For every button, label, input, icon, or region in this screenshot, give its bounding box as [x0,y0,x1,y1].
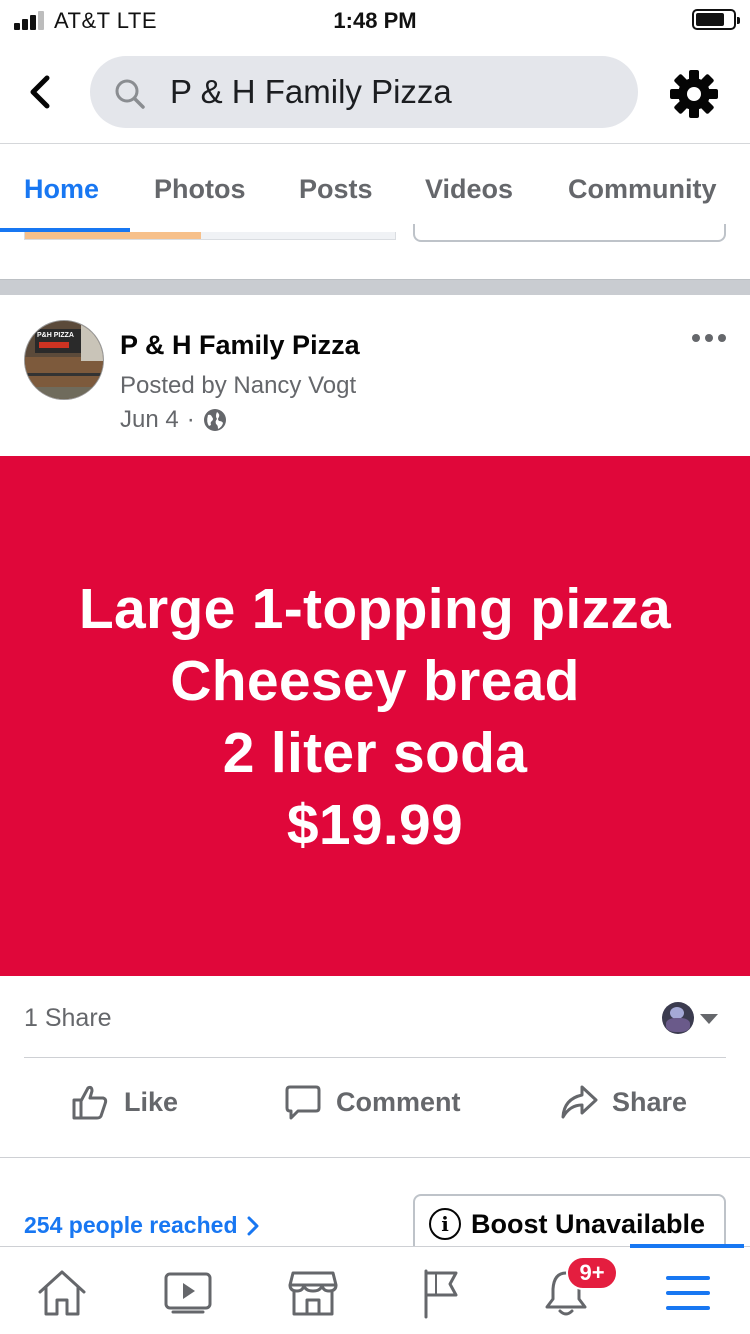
share-arrow-icon [561,1085,598,1119]
scrolled-button[interactable] [413,224,726,242]
more-options-icon[interactable] [690,330,730,342]
pages-flag-icon [424,1269,458,1319]
watch-icon [164,1272,212,1314]
thumbs-up-icon [72,1085,108,1120]
like-label: Like [124,1086,179,1117]
tab-posts[interactable]: Posts [299,174,373,205]
nav-watch[interactable] [160,1265,216,1321]
menu-icon [666,1276,710,1310]
active-nav-indicator [630,1244,744,1248]
post-date[interactable]: Jun 4 [120,406,179,434]
tab-home[interactable]: Home [24,174,99,205]
share-label: Share [612,1086,688,1117]
tab-photos[interactable]: Photos [154,174,246,205]
engagement-row: 1 Share [0,976,750,1058]
notification-badge: 9+ [566,1256,618,1290]
meta-separator: · [186,406,195,433]
page-tabs: Home Photos Posts Videos Community [0,146,750,232]
nav-pages[interactable] [412,1265,468,1321]
progress-bar [24,232,396,240]
promo-line-2: Cheesey bread [170,649,580,713]
caret-down-icon[interactable] [700,1014,718,1024]
page-avatar[interactable]: P&H PIZZA [24,320,104,400]
divider [0,1157,750,1158]
nav-marketplace[interactable] [285,1265,341,1321]
share-count[interactable]: 1 Share [24,1004,112,1033]
posted-by-label: Posted by Nancy Vogt [120,372,357,399]
top-header: P & H Family Pizza [0,48,750,144]
like-button[interactable]: Like [70,1080,178,1124]
post-meta: Jun 4 · [120,406,227,434]
battery-icon [692,9,740,30]
gear-icon [670,70,718,118]
audience-avatar[interactable] [662,1002,694,1034]
promo-line-3: 2 liter soda [222,721,528,785]
scrolled-content [0,224,750,280]
page-name[interactable]: P & H Family Pizza [120,330,360,361]
comment-label: Comment [336,1086,461,1117]
status-time: 1:48 PM [333,8,417,33]
share-button[interactable]: Share [560,1080,687,1124]
home-icon [38,1270,86,1316]
people-reached-label: 254 people reached [24,1212,238,1238]
back-button[interactable] [20,70,60,114]
tab-videos[interactable]: Videos [425,174,513,205]
section-divider [0,279,750,295]
promo-line-1: Large 1-topping pizza [78,577,672,641]
comment-button[interactable]: Comment [284,1080,461,1124]
progress-bar-fill [25,232,201,239]
post-actions: Like Comment Share [0,1058,750,1158]
bottom-nav [0,1244,750,1334]
boost-label: Boost Unavailable [471,1208,706,1239]
settings-button[interactable] [668,68,720,120]
post-header: P&H PIZZA P & H Family Pizza Posted by N… [0,296,750,456]
back-chevron-icon [30,75,50,109]
people-reached-link[interactable]: 254 people reached [24,1212,260,1239]
chevron-right-icon [247,1216,258,1235]
nav-home[interactable] [34,1265,90,1321]
search-input[interactable]: P & H Family Pizza [170,73,452,111]
comment-icon [285,1085,321,1120]
marketplace-icon [288,1271,338,1316]
status-bar: AT&T LTE 1:48 PM [0,0,750,40]
globe-icon [203,409,226,431]
promo-image[interactable]: Large 1-topping pizza Cheesey bread 2 li… [0,456,750,976]
tab-community[interactable]: Community [568,174,717,205]
search-icon [115,79,145,109]
search-bar[interactable]: P & H Family Pizza [90,56,638,128]
info-icon: i [429,1208,461,1240]
nav-menu[interactable] [660,1265,716,1321]
promo-price: $19.99 [286,793,464,857]
